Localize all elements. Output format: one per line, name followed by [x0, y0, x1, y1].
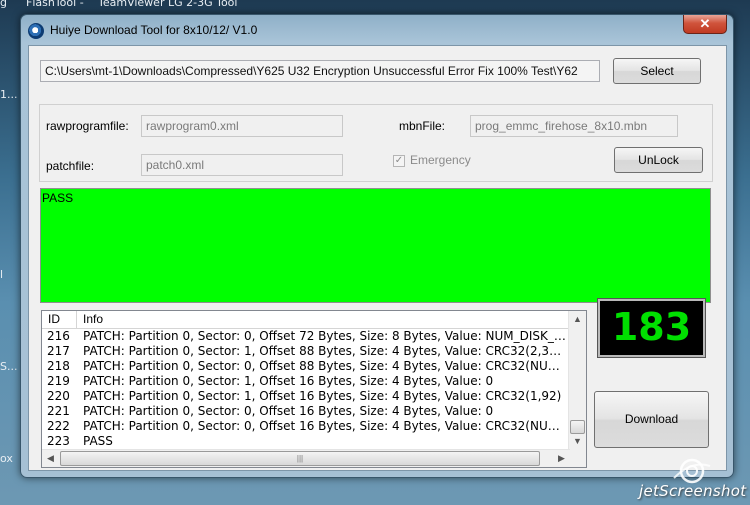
log-row[interactable]: 219 PATCH: Partition 0, Sector: 1, Offset…: [42, 374, 570, 389]
log-row-info: PATCH: Partition 0, Sector: 1, Offset 16…: [83, 374, 494, 388]
desktop-fragment: 1...: [0, 88, 18, 101]
log-row-id: 223: [47, 434, 70, 448]
log-row-info: PATCH: Partition 0, Sector: 1, Offset 16…: [83, 389, 562, 403]
log-row-info: PASS: [83, 434, 113, 448]
status-text: PASS: [42, 191, 74, 205]
file-path-field[interactable]: C:\Users\mt-1\Downloads\Compressed\Y625 …: [40, 60, 600, 82]
emergency-label: Emergency: [410, 153, 471, 167]
log-row-id: 216: [47, 329, 70, 343]
log-row-info: PATCH: Partition 0, Sector: 1, Offset 88…: [83, 344, 567, 358]
unlock-button[interactable]: UnLock: [614, 147, 703, 173]
watermark-text: jetScreenshot: [639, 482, 747, 500]
log-row[interactable]: 222 PATCH: Partition 0, Sector: 0, Offset…: [42, 419, 570, 434]
horizontal-scroll-thumb[interactable]: |||: [60, 451, 540, 466]
log-list[interactable]: ID Info 216 PATCH: Partition 0, Sector: 0…: [41, 310, 587, 468]
close-button[interactable]: ✕: [683, 15, 727, 34]
log-row[interactable]: 217 PATCH: Partition 0, Sector: 1, Offset…: [42, 344, 570, 359]
log-row-id: 218: [47, 359, 70, 373]
scroll-left-arrow-icon[interactable]: ◀: [42, 450, 59, 467]
desktop-item-flashtool[interactable]: FlashTool -: [26, 0, 84, 9]
log-row[interactable]: 218 PATCH: Partition 0, Sector: 0, Offset…: [42, 359, 570, 374]
vertical-scroll-thumb[interactable]: [570, 420, 585, 434]
log-row-info: PATCH: Partition 0, Sector: 0, Offset 72…: [83, 329, 567, 343]
log-rows: 216 PATCH: Partition 0, Sector: 0, Offset…: [42, 329, 570, 449]
app-logo-icon: [28, 23, 44, 39]
column-divider[interactable]: [76, 311, 77, 328]
scroll-up-arrow-icon[interactable]: ▲: [569, 311, 586, 328]
counter-value: 183: [611, 305, 692, 349]
rawprogram-field[interactable]: rawprogram0.xml: [141, 115, 343, 137]
title-bar[interactable]: Huiye Download Tool for 8x10/12/ V1.0 ✕: [21, 15, 733, 45]
column-header-id[interactable]: ID: [48, 312, 60, 326]
log-row-id: 221: [47, 404, 70, 418]
counter-display: 183: [597, 298, 706, 358]
scroll-corner: [569, 450, 586, 467]
log-row[interactable]: 220 PATCH: Partition 0, Sector: 1, Offset…: [42, 389, 570, 404]
patch-label: patchfile:: [46, 159, 95, 173]
download-button[interactable]: Download: [594, 391, 709, 448]
log-list-header: ID Info: [42, 311, 570, 329]
app-window: Huiye Download Tool for 8x10/12/ V1.0 ✕ …: [20, 14, 734, 478]
desktop-fragment: g: [0, 0, 7, 9]
vertical-scrollbar[interactable]: ▲ ▼: [568, 311, 586, 450]
log-row[interactable]: 216 PATCH: Partition 0, Sector: 0, Offset…: [42, 329, 570, 344]
log-row-id: 222: [47, 419, 70, 433]
log-row-id: 217: [47, 344, 70, 358]
log-row[interactable]: 221 PATCH: Partition 0, Sector: 0, Offset…: [42, 404, 570, 419]
log-row-info: PATCH: Partition 0, Sector: 0, Offset 16…: [83, 419, 567, 433]
desktop-item-teamviewer[interactable]: TeamViewer LG 2-3G Tool: [98, 0, 237, 9]
patch-file-field[interactable]: patch0.xml: [141, 154, 343, 176]
desktop-fragment: S...: [0, 360, 18, 373]
window-client-area: C:\Users\mt-1\Downloads\Compressed\Y625 …: [28, 45, 727, 471]
emergency-checkbox[interactable]: ✓: [393, 155, 405, 167]
desktop-fragment: ox: [0, 452, 13, 465]
log-row-id: 220: [47, 389, 70, 403]
select-button[interactable]: Select: [613, 58, 701, 84]
log-row-info: PATCH: Partition 0, Sector: 0, Offset 88…: [83, 359, 567, 373]
window-title: Huiye Download Tool for 8x10/12/ V1.0: [50, 23, 258, 37]
rawprogram-label: rawprogramfile:: [46, 119, 129, 133]
scroll-right-arrow-icon[interactable]: ▶: [553, 450, 570, 467]
mbn-file-field[interactable]: prog_emmc_firehose_8x10.mbn: [470, 115, 678, 137]
scroll-down-arrow-icon[interactable]: ▼: [569, 433, 586, 450]
log-row-id: 219: [47, 374, 70, 388]
horizontal-scrollbar[interactable]: ◀ ||| ▶: [42, 449, 570, 467]
status-panel: PASS: [40, 188, 711, 303]
log-row-info: PATCH: Partition 0, Sector: 0, Offset 16…: [83, 404, 494, 418]
desktop-fragment: l: [0, 268, 4, 281]
log-row[interactable]: 223 PASS: [42, 434, 570, 449]
column-header-info[interactable]: Info: [83, 312, 103, 326]
mbn-label: mbnFile:: [399, 119, 446, 133]
